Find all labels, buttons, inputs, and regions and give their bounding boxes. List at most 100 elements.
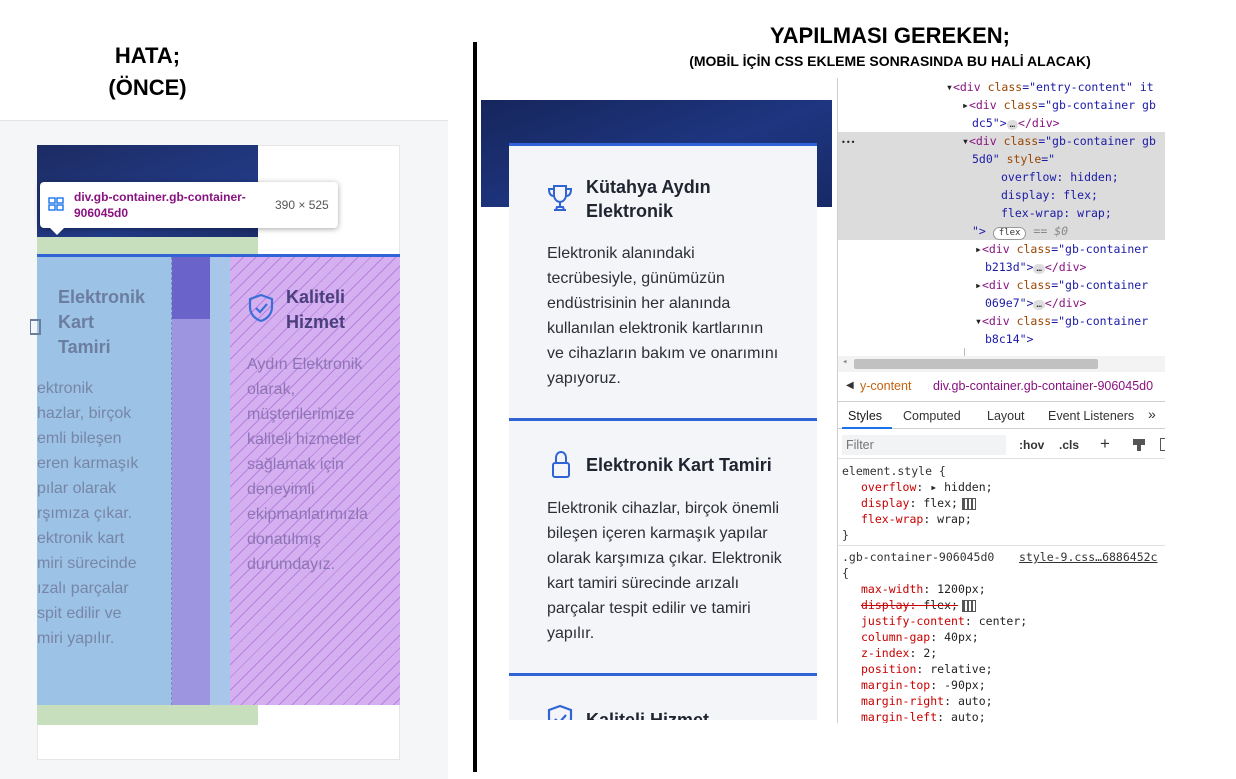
css-declaration[interactable]: flex-wrap: wrap; [861,511,972,527]
hov-toggle[interactable]: :hov [1019,438,1044,452]
tab-styles[interactable]: Styles [848,409,882,423]
left-heading-subtitle: (ÖNCE) [108,75,187,100]
styles-filter-input[interactable] [842,435,1006,455]
breadcrumb-item-current[interactable]: div.gb-container.gb-container-906045d0 [933,374,1153,398]
scrollbar-thumb[interactable] [854,359,1098,369]
css-declaration[interactable]: margin-left: auto; [861,709,986,723]
rule-separator [838,545,1165,546]
css-value: ▸ hidden; [930,480,993,494]
css-value: auto; [957,694,993,708]
css-property: flex-wrap [861,512,924,526]
dom-node-cont: dc5">… </div> [972,116,1060,130]
feature-card: Kaliteli Hizmet [509,673,817,720]
css-declaration[interactable]: max-width: 1200px; [861,581,986,597]
flexbox-editor-icon[interactable] [961,599,976,612]
attr-value: ="gb-container [1051,242,1149,256]
flexbox-editor-icon[interactable] [961,497,976,510]
attr: class [1003,98,1039,112]
feature-card: Kütahya Aydın Elektronik Elektronik alan… [509,143,817,419]
inline-style-line: display: flex; [1001,188,1098,202]
tag: <div [952,80,988,94]
css-declaration[interactable]: overflow: ▸ hidden; [861,479,993,495]
paint-brush-icon[interactable] [1132,438,1146,452]
attr: class [1003,134,1039,148]
text-line: yapıyoruz. [547,370,621,387]
dom-node-cont: b8c14"> [985,330,1033,348]
trophy-icon [547,185,573,211]
css-value: center; [978,614,1028,628]
css-declaration-overridden[interactable]: display: flex; [861,597,976,613]
text-line: Elektronik cihazlar, birçok önemli [547,500,780,517]
attr: class [1016,278,1052,292]
dom-node[interactable]: ▾<div class="gb-container [975,312,1148,330]
css-declaration[interactable]: margin-top: -90px; [861,677,986,693]
dom-node[interactable]: ▸<div class="gb-container gb [962,96,1156,114]
text-line: yapılır. [547,625,595,642]
css-value: -90px; [944,678,986,692]
title-line: Elektronik [586,201,674,221]
lock-icon [30,319,41,335]
tag: <div [981,278,1017,292]
text-line: ektronik [37,380,94,397]
text-line: deneyimli [247,481,315,498]
css-property: max-width [861,582,924,596]
left-heading: HATA; (ÖNCE) [60,40,235,104]
tag: <div [968,134,1004,148]
text-line: kullanılan elektronik kartlarının [547,320,764,337]
horizontal-scrollbar[interactable]: ◂ [838,356,1165,372]
text-line: miri sürecinde [37,555,137,572]
tab-computed[interactable]: Computed [903,409,961,423]
text-line: miri yapılır. [37,630,115,647]
text-line: Elektronik alanındaki [547,245,695,262]
tag: </div> [1044,260,1087,274]
css-property: margin-top [861,678,931,692]
stylesheet-source-link[interactable]: style-9.css…6886452c [1019,549,1157,565]
text-line: tecrübesiyle, günümüzün [547,270,725,287]
text-line: olarak, [247,381,296,398]
feature-card-text: Elektronik cihazlar, birçok önemli bileş… [547,496,782,646]
css-declaration[interactable]: column-gap: 40px; [861,629,979,645]
cls-toggle[interactable]: .cls [1059,438,1079,452]
breadcrumb-back-icon[interactable]: ◀ [846,374,854,398]
flex-badge[interactable]: flex [992,227,1027,240]
css-value: flex; [923,598,958,612]
css-property: justify-content [861,614,965,628]
sidebar-toggle-icon[interactable] [1160,438,1165,451]
css-declaration[interactable]: position: relative; [861,661,993,677]
css-declaration[interactable]: z-index: 2; [861,645,937,661]
inline-style-line: flex-wrap: wrap; [1001,206,1112,220]
left-col1-title-line: Tamiri [58,337,111,357]
css-property: display [861,496,910,510]
breadcrumb-item[interactable]: y-content [860,374,911,398]
dom-node[interactable]: ▸<div class="gb-container [975,276,1148,294]
attr-value: 5d0" [972,152,1007,166]
add-rule-icon[interactable]: + [1100,434,1110,454]
tab-layout[interactable]: Layout [987,409,1025,423]
css-declaration[interactable]: margin-right: auto; [861,693,993,709]
card-top-border [37,254,400,257]
attr-value: ="gb-container [1051,278,1149,292]
styles-toolbar: :hov .cls + [838,431,1165,459]
title-line: Elektronik Kart Tamiri [586,455,772,475]
text-line: parçalar tespit edilir ve tamiri [547,600,751,617]
css-declaration[interactable]: display: flex; [861,495,976,511]
css-declaration[interactable]: justify-content: center; [861,613,1027,629]
tab-event-listeners[interactable]: Event Listeners [1048,409,1134,423]
dom-node[interactable]: ▸<div class="gb-container [975,240,1148,258]
dom-node-cont: 5d0" style=" [972,150,1055,168]
css-value: flex; [923,496,958,510]
text-line: endüstrisinin her alanında [547,295,731,312]
dom-node-selected[interactable]: ▾<div class="gb-container gb [962,132,1156,150]
attr-value: b213d"> [985,260,1034,274]
text-line: durumdayız. [247,556,336,573]
attr-value: ="entry-content" it [1022,80,1154,94]
rule-open-brace: { [842,566,849,580]
feature-card-title: Elektronik Kart Tamiri [586,453,772,477]
text-line: olarak karşımıza çıkar. Elektronik [547,550,782,567]
more-tabs-chevron-icon[interactable]: » [1148,406,1156,422]
dom-node-entry-content[interactable]: ▾<div class="entry-content" it [946,78,1154,96]
devtools-panel: ▾<div class="entry-content" it ▸<div cla… [837,78,1165,723]
dom-ellipsis[interactable]: ••• [841,132,855,150]
attr: class [1016,242,1052,256]
text-line: ve cihazların bakım ve onarımını [547,345,779,362]
